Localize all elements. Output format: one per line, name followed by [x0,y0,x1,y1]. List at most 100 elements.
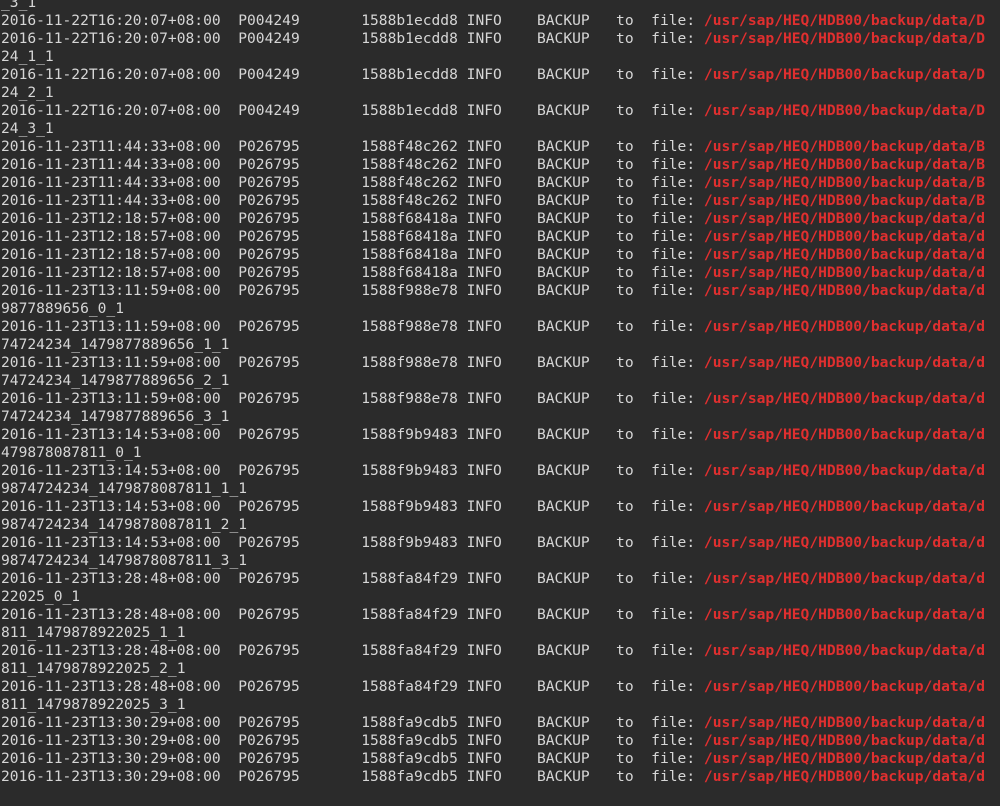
log-entry-fields: 2016-11-23T12:18:57+08:00 P026795 1588f6… [1,210,704,227]
log-entry-row: 2016-11-23T12:18:57+08:00 P026795 1588f6… [0,228,1000,246]
log-continuation-text: 74724234_1479877889656_2_1 [1,372,230,389]
shell-prompt-line[interactable]: heqadm@ECQ:/usr/sap/HEQ/HDB00/eccqas/tra… [0,786,1000,806]
log-continuation-text: 479878087811_0_1 [1,444,142,461]
log-entry-filepath: /usr/sap/HEQ/HDB00/backup/data/D [703,102,986,119]
log-entry-row: 2016-11-23T11:44:33+08:00 P026795 1588f4… [0,192,1000,210]
log-continuation-text: 811_1479878922025_2_1 [1,660,186,677]
log-entry-row: 2016-11-23T13:30:29+08:00 P026795 1588fa… [0,750,1000,768]
log-entry-fields: 2016-11-23T13:30:29+08:00 P026795 1588fa… [1,750,704,767]
log-entry-row: 2016-11-23T13:11:59+08:00 P026795 1588f9… [0,318,1000,336]
log-entry-fields: 2016-11-23T12:18:57+08:00 P026795 1588f6… [1,228,704,245]
log-entry-fields: 2016-11-22T16:20:07+08:00 P004249 1588b1… [1,66,704,83]
log-line-continuation: 811_1479878922025_2_1 [0,660,1000,678]
log-entry-fields: 2016-11-23T13:30:29+08:00 P026795 1588fa… [1,732,704,749]
log-line-continuation: _3_1 [0,0,1000,12]
log-entry-fields: 2016-11-23T13:30:29+08:00 P026795 1588fa… [1,714,704,731]
log-entry-fields: 2016-11-22T16:20:07+08:00 P004249 1588b1… [1,102,704,119]
log-entry-row: 2016-11-23T13:30:29+08:00 P026795 1588fa… [0,714,1000,732]
log-continuation-text: 811_1479878922025_1_1 [1,624,186,641]
log-entry-row: 2016-11-23T13:28:48+08:00 P026795 1588fa… [0,678,1000,696]
log-continuation-text: 24_3_1 [1,120,54,137]
log-entry-row: 2016-11-23T12:18:57+08:00 P026795 1588f6… [0,210,1000,228]
log-entry-fields: 2016-11-23T12:18:57+08:00 P026795 1588f6… [1,264,704,281]
log-entry-filepath: /usr/sap/HEQ/HDB00/backup/data/d [703,264,986,281]
terminal-scrollback[interactable]: _3_1 2016-11-22T16:20:07+08:00 P004249 15… [0,0,1000,786]
log-entry-row: 2016-11-23T13:14:53+08:00 P026795 1588f9… [0,462,1000,480]
log-entry-filepath: /usr/sap/HEQ/HDB00/backup/data/d [703,642,986,659]
log-entry-filepath: /usr/sap/HEQ/HDB00/backup/data/B [703,174,986,191]
log-line-continuation: 24_2_1 [0,84,1000,102]
log-continuation-text: 9874724234_1479878087811_3_1 [1,552,248,569]
log-entry-fields: 2016-11-23T11:44:33+08:00 P026795 1588f4… [1,138,704,155]
log-entry-row: 2016-11-23T13:11:59+08:00 P026795 1588f9… [0,282,1000,300]
log-entry-fields: 2016-11-23T13:11:59+08:00 P026795 1588f9… [1,390,704,407]
log-entry-row: 2016-11-23T13:30:29+08:00 P026795 1588fa… [0,732,1000,750]
log-entry-filepath: /usr/sap/HEQ/HDB00/backup/data/B [703,192,986,209]
log-entry-row: 2016-11-23T13:30:29+08:00 P026795 1588fa… [0,768,1000,786]
log-line-continuation: 9874724234_1479878087811_3_1 [0,552,1000,570]
log-entry-filepath: /usr/sap/HEQ/HDB00/backup/data/D [703,30,986,47]
log-line-continuation: 9874724234_1479878087811_2_1 [0,516,1000,534]
log-entry-row: 2016-11-23T13:11:59+08:00 P026795 1588f9… [0,354,1000,372]
terminal-window[interactable]: _3_1 2016-11-22T16:20:07+08:00 P004249 15… [0,0,1000,806]
log-entry-filepath: /usr/sap/HEQ/HDB00/backup/data/d [703,570,986,587]
log-continuation-text: 9874724234_1479878087811_1_1 [1,480,248,497]
log-entry-fields: 2016-11-23T13:11:59+08:00 P026795 1588f9… [1,282,704,299]
log-entry-filepath: /usr/sap/HEQ/HDB00/backup/data/d [703,750,986,767]
log-continuation-text: 24_1_1 [1,48,54,65]
log-entry-fields: 2016-11-22T16:20:07+08:00 P004249 1588b1… [1,30,704,47]
log-entry-filepath: /usr/sap/HEQ/HDB00/backup/data/d [703,318,986,335]
log-entry-filepath: /usr/sap/HEQ/HDB00/backup/data/d [703,390,986,407]
log-line-continuation: 479878087811_0_1 [0,444,1000,462]
log-entry-row: 2016-11-23T11:44:33+08:00 P026795 1588f4… [0,174,1000,192]
log-entry-fields: 2016-11-23T11:44:33+08:00 P026795 1588f4… [1,156,704,173]
log-continuation-text: 74724234_1479877889656_3_1 [1,408,230,425]
log-continuation-text: 24_2_1 [1,84,54,101]
log-entry-fields: 2016-11-23T13:30:29+08:00 P026795 1588fa… [1,768,704,785]
log-entry-fields: 2016-11-23T13:28:48+08:00 P026795 1588fa… [1,570,704,587]
log-entry-row: 2016-11-23T11:44:33+08:00 P026795 1588f4… [0,156,1000,174]
log-entry-fields: 2016-11-23T11:44:33+08:00 P026795 1588f4… [1,192,704,209]
log-line-continuation: 22025_0_1 [0,588,1000,606]
log-entry-row: 2016-11-23T11:44:33+08:00 P026795 1588f4… [0,138,1000,156]
log-entry-filepath: /usr/sap/HEQ/HDB00/backup/data/d [703,714,986,731]
log-entry-filepath: /usr/sap/HEQ/HDB00/backup/data/d [703,210,986,227]
log-line-continuation: 74724234_1479877889656_3_1 [0,408,1000,426]
log-entry-filepath: /usr/sap/HEQ/HDB00/backup/data/d [703,732,986,749]
log-entry-row: 2016-11-23T13:28:48+08:00 P026795 1588fa… [0,642,1000,660]
log-entry-row: 2016-11-23T13:28:48+08:00 P026795 1588fa… [0,570,1000,588]
log-entry-row: 2016-11-22T16:20:07+08:00 P004249 1588b1… [0,30,1000,48]
log-line-continuation: 9874724234_1479878087811_1_1 [0,480,1000,498]
log-entry-filepath: /usr/sap/HEQ/HDB00/backup/data/d [703,246,986,263]
log-entry-row: 2016-11-22T16:20:07+08:00 P004249 1588b1… [0,102,1000,120]
log-line-continuation: 811_1479878922025_1_1 [0,624,1000,642]
log-entry-fields: 2016-11-23T13:28:48+08:00 P026795 1588fa… [1,606,704,623]
log-entry-filepath: /usr/sap/HEQ/HDB00/backup/data/d [703,678,986,695]
log-entry-filepath: /usr/sap/HEQ/HDB00/backup/data/d [703,426,986,443]
log-entry-fields: 2016-11-23T13:28:48+08:00 P026795 1588fa… [1,678,704,695]
log-entry-fields: 2016-11-22T16:20:07+08:00 P004249 1588b1… [1,12,704,29]
log-entry-row: 2016-11-23T13:14:53+08:00 P026795 1588f9… [0,498,1000,516]
log-continuation-text: _3_1 [1,0,37,11]
log-entry-filepath: /usr/sap/HEQ/HDB00/backup/data/B [703,156,986,173]
log-entry-row: 2016-11-23T12:18:57+08:00 P026795 1588f6… [0,246,1000,264]
log-entry-fields: 2016-11-23T13:11:59+08:00 P026795 1588f9… [1,318,704,335]
log-entry-row: 2016-11-22T16:20:07+08:00 P004249 1588b1… [0,12,1000,30]
log-entry-filepath: /usr/sap/HEQ/HDB00/backup/data/D [703,66,986,83]
log-entry-filepath: /usr/sap/HEQ/HDB00/backup/data/d [703,282,986,299]
log-entry-fields: 2016-11-23T13:11:59+08:00 P026795 1588f9… [1,354,704,371]
log-entry-fields: 2016-11-23T13:14:53+08:00 P026795 1588f9… [1,498,704,515]
log-continuation-text: 811_1479878922025_3_1 [1,696,186,713]
log-entry-fields: 2016-11-23T13:14:53+08:00 P026795 1588f9… [1,534,704,551]
log-entry-fields: 2016-11-23T12:18:57+08:00 P026795 1588f6… [1,246,704,263]
log-continuation-text: 9877889656_0_1 [1,300,125,317]
log-entry-filepath: /usr/sap/HEQ/HDB00/backup/data/d [703,498,986,515]
log-entry-row: 2016-11-22T16:20:07+08:00 P004249 1588b1… [0,66,1000,84]
log-line-continuation: 24_3_1 [0,120,1000,138]
log-entry-row: 2016-11-23T13:14:53+08:00 P026795 1588f9… [0,426,1000,444]
log-entry-fields: 2016-11-23T13:14:53+08:00 P026795 1588f9… [1,462,704,479]
log-line-continuation: 74724234_1479877889656_2_1 [0,372,1000,390]
log-line-continuation: 24_1_1 [0,48,1000,66]
log-continuation-text: 22025_0_1 [1,588,81,605]
log-entry-filepath: /usr/sap/HEQ/HDB00/backup/data/D [703,12,986,29]
